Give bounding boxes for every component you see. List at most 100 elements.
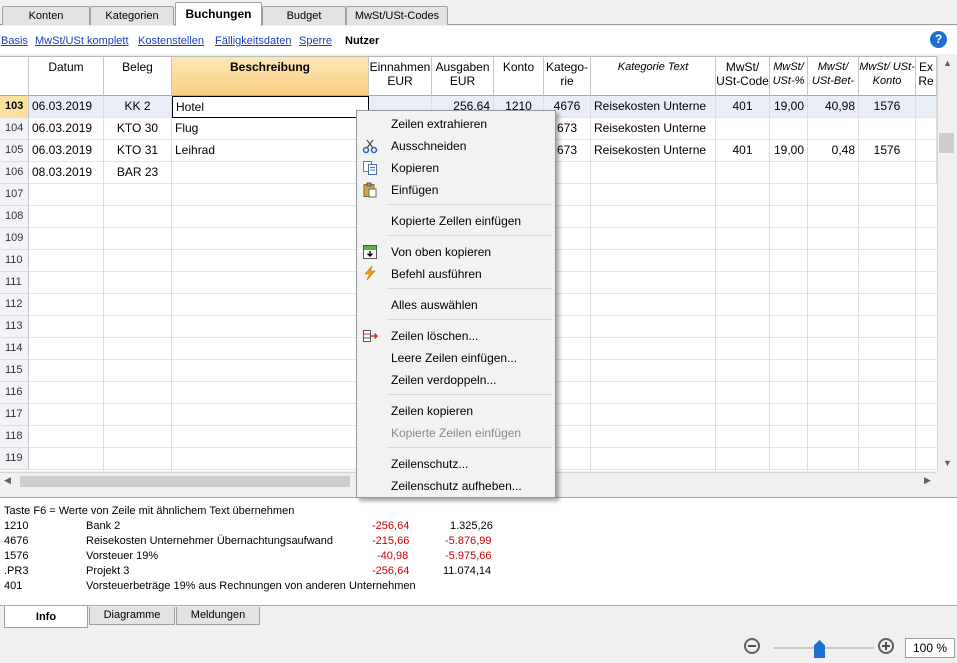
tab-kategorien[interactable]: Kategorien — [90, 6, 174, 25]
cell-mwst-code[interactable]: 401 — [716, 140, 770, 162]
help-icon[interactable]: ? — [930, 31, 947, 48]
view-kostenstellen[interactable]: Kostenstellen — [138, 35, 204, 47]
menu-zeilenschutz-aufheben[interactable]: Zeilenschutz aufheben... — [391, 479, 522, 493]
cell-beschreibung[interactable]: Leihrad — [172, 140, 369, 162]
view-mwst-komplett[interactable]: MwSt/USt komplett — [35, 35, 129, 47]
tab-konten[interactable]: Konten — [2, 6, 90, 25]
view-nutzer[interactable]: Nutzer — [345, 35, 379, 47]
cell-beleg[interactable]: BAR 23 — [104, 162, 172, 184]
menu-ausschneiden[interactable]: Ausschneiden — [391, 139, 466, 153]
menu-leere-zeilen-einfuegen[interactable]: Leere Zeilen einfügen... — [391, 351, 517, 365]
row-number[interactable]: 104 — [0, 118, 29, 140]
row-number[interactable]: 109 — [0, 228, 29, 250]
bottom-tab-diagramme[interactable]: Diagramme — [89, 607, 175, 625]
cell-beleg[interactable]: KTO 30 — [104, 118, 172, 140]
cell-kategorie-text[interactable]: Reisekosten Unterne — [591, 118, 716, 140]
tab-buchungen[interactable]: Buchungen — [175, 2, 262, 26]
header-ausgaben[interactable]: Ausgaben EUR — [432, 57, 494, 96]
cell-mwst-pct[interactable]: 19,00 — [770, 96, 808, 118]
view-basis[interactable]: Basis — [1, 35, 28, 47]
cell-mwst-pct[interactable]: 19,00 — [770, 140, 808, 162]
cell-mwst-konto[interactable]: 1576 — [859, 140, 916, 162]
zoom-out-icon[interactable] — [744, 638, 760, 654]
horizontal-scroll-thumb[interactable] — [20, 476, 350, 487]
tab-mwst-codes[interactable]: MwSt/USt-Codes — [346, 6, 448, 25]
cell-extra[interactable] — [916, 96, 937, 118]
row-number[interactable]: 115 — [0, 360, 29, 382]
row-number[interactable]: 117 — [0, 404, 29, 426]
row-number[interactable]: 108 — [0, 206, 29, 228]
scroll-left-icon[interactable]: ◀ — [4, 475, 11, 486]
header-einnahmen[interactable]: Einnahmen EUR — [369, 57, 432, 96]
cell-extra[interactable] — [916, 140, 937, 162]
row-number[interactable]: 106 — [0, 162, 29, 184]
cell-mwst-bet[interactable]: 0,48 — [808, 140, 859, 162]
header-kategorie-text[interactable]: Kategorie Text — [591, 57, 716, 96]
cell-mwst-konto[interactable] — [859, 162, 916, 184]
row-number[interactable]: 105 — [0, 140, 29, 162]
header-konto[interactable]: Konto — [494, 57, 544, 96]
scroll-down-icon[interactable]: ▼ — [943, 458, 952, 468]
cell-kategorie-text[interactable] — [591, 162, 716, 184]
scroll-right-icon[interactable]: ▶ — [924, 475, 931, 486]
cell-beleg[interactable]: KTO 31 — [104, 140, 172, 162]
cell-mwst-bet[interactable] — [808, 162, 859, 184]
row-number[interactable]: 119 — [0, 448, 29, 470]
row-number[interactable]: 111 — [0, 272, 29, 294]
tab-budget[interactable]: Budget — [262, 6, 346, 25]
zoom-in-icon[interactable] — [878, 638, 894, 654]
vertical-scroll-thumb[interactable] — [939, 133, 954, 153]
vertical-scrollbar[interactable]: ▲ ▼ — [937, 56, 957, 471]
cell-mwst-bet[interactable] — [808, 118, 859, 140]
menu-zeilen-loeschen[interactable]: Zeilen löschen... — [391, 329, 478, 343]
cell-kategorie-text[interactable]: Reisekosten Unterne — [591, 96, 716, 118]
row-number[interactable]: 103 — [0, 96, 29, 118]
cell-mwst-bet[interactable]: 40,98 — [808, 96, 859, 118]
zoom-level[interactable]: 100 % — [905, 638, 955, 658]
menu-zeilen-extrahieren[interactable]: Zeilen extrahieren — [391, 117, 487, 131]
cell-mwst-code[interactable]: 401 — [716, 96, 770, 118]
header-mwst-konto[interactable]: MwSt/ USt-Konto — [859, 57, 916, 96]
header-beschreibung[interactable]: Beschreibung — [172, 57, 369, 96]
menu-von-oben-kopieren[interactable]: Von oben kopieren — [391, 245, 491, 259]
menu-befehl-ausfuehren[interactable]: Befehl ausführen — [391, 267, 482, 281]
cell-datum[interactable]: 08.03.2019 — [29, 162, 104, 184]
bottom-tab-meldungen[interactable]: Meldungen — [176, 607, 260, 625]
cell-datum[interactable]: 06.03.2019 — [29, 118, 104, 140]
cell-datum[interactable]: 06.03.2019 — [29, 140, 104, 162]
header-mwst-code[interactable]: MwSt/ USt-Code — [716, 57, 770, 96]
row-number[interactable]: 118 — [0, 426, 29, 448]
scroll-up-icon[interactable]: ▲ — [943, 58, 952, 68]
menu-einfuegen[interactable]: Einfügen — [391, 183, 438, 197]
menu-zeilen-verdoppeln[interactable]: Zeilen verdoppeln... — [391, 373, 496, 387]
view-faelligkeitsdaten[interactable]: Fälligkeitsdaten — [215, 35, 291, 47]
view-sperre[interactable]: Sperre — [299, 35, 332, 47]
cell-mwst-code[interactable] — [716, 162, 770, 184]
menu-kopieren[interactable]: Kopieren — [391, 161, 439, 175]
bottom-tab-info[interactable]: Info — [4, 606, 88, 628]
header-mwst-bet[interactable]: MwSt/ USt-Bet- — [808, 57, 859, 96]
row-number[interactable]: 112 — [0, 294, 29, 316]
header-extra[interactable]: Ex Re — [916, 57, 937, 96]
zoom-slider-thumb[interactable] — [814, 640, 825, 658]
cell-beleg[interactable]: KK 2 — [104, 96, 172, 118]
menu-zeilen-kopieren[interactable]: Zeilen kopieren — [391, 404, 473, 418]
cell-mwst-code[interactable] — [716, 118, 770, 140]
row-number[interactable]: 114 — [0, 338, 29, 360]
header-mwst-pct[interactable]: MwSt/ USt-% — [770, 57, 808, 96]
header-beleg[interactable]: Beleg — [104, 57, 172, 96]
cell-beschreibung-selected[interactable]: Hotel — [172, 96, 369, 118]
cell-mwst-pct[interactable] — [770, 162, 808, 184]
header-kategorie[interactable]: Katego-rie — [544, 57, 591, 96]
cell-beschreibung[interactable] — [172, 162, 369, 184]
menu-alles-auswaehlen[interactable]: Alles auswählen — [391, 298, 478, 312]
menu-kopierte-zellen-einfuegen[interactable]: Kopierte Zellen einfügen — [391, 214, 521, 228]
row-number[interactable]: 110 — [0, 250, 29, 272]
cell-datum[interactable]: 06.03.2019 — [29, 96, 104, 118]
cell-mwst-konto[interactable]: 1576 — [859, 96, 916, 118]
menu-zeilenschutz[interactable]: Zeilenschutz... — [391, 457, 468, 471]
row-number[interactable]: 113 — [0, 316, 29, 338]
cell-mwst-konto[interactable] — [859, 118, 916, 140]
cell-extra[interactable] — [916, 118, 937, 140]
cell-kategorie-text[interactable]: Reisekosten Unterne — [591, 140, 716, 162]
